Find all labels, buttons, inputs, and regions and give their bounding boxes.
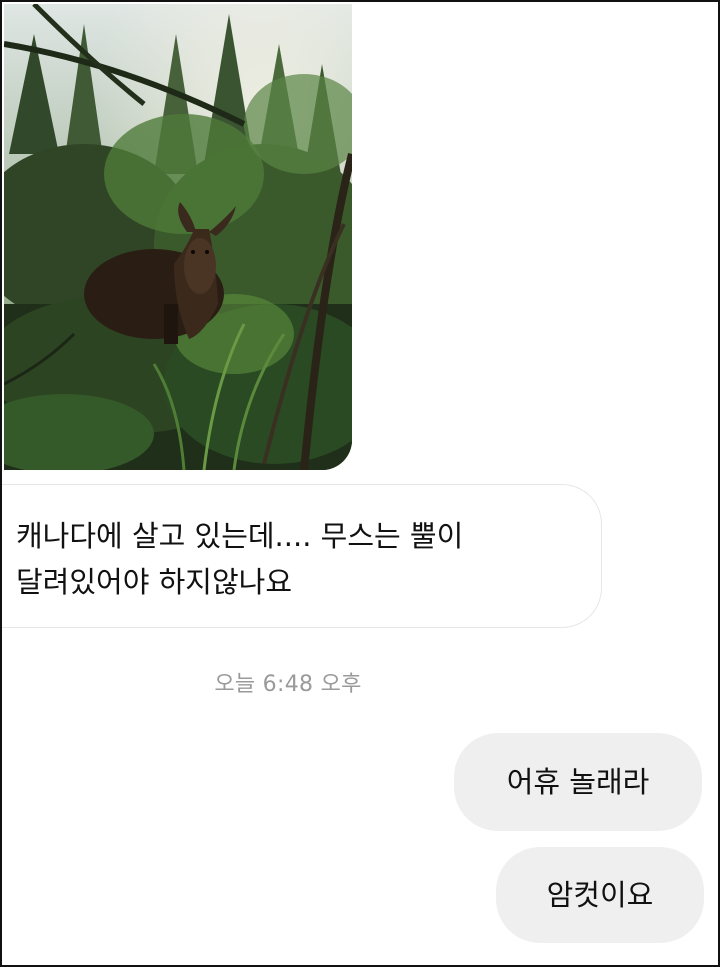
incoming-photo-message[interactable] (4, 4, 352, 470)
message-text-line-2: 달려있어야 하지않나요 (16, 565, 293, 599)
moose-photo-image (4, 4, 352, 470)
message-text-line-1: 캐나다에 살고 있는데.... 무스는 뿔이 (16, 519, 464, 553)
outgoing-message-bubble[interactable]: 암컷이요 (496, 847, 704, 943)
outgoing-message-bubble[interactable]: 어휴 놀래라 (454, 733, 702, 831)
message-timestamp: 오늘 6:48 오후 (214, 672, 362, 697)
chat-screen: 캐나다에 살고 있는데.... 무스는 뿔이 달려있어야 하지않나요 오늘 6:… (0, 0, 720, 967)
incoming-message-bubble[interactable]: 캐나다에 살고 있는데.... 무스는 뿔이 달려있어야 하지않나요 (2, 484, 602, 628)
